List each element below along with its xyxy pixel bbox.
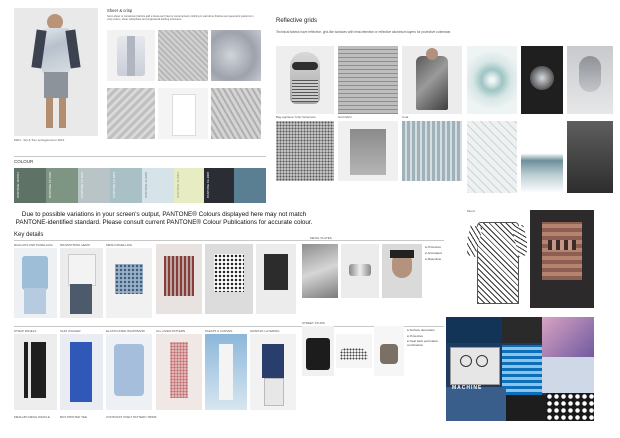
dark-visual [567,121,613,193]
metal-bullet-2-text: Articulated [427,251,442,255]
swatch-2: PANTONE 15-6310 [46,168,78,203]
slim-jogger-photo [60,334,103,410]
sheer-fabric-4 [211,88,261,139]
sheer-fabric-2 [211,30,261,81]
studs-bullet-3-text: Neat back perforation combination [407,339,439,347]
studs-shoe-photo [336,334,372,368]
jacket-collage-3 [256,244,296,314]
sheer-fabric-1 [158,30,208,81]
face-glitch-visual [567,46,613,114]
reflective-grid-fabric [338,46,398,114]
label-strap-panels: STRAP PANELS [14,329,37,333]
sheer-title: Sheer & crisp [107,8,133,13]
graphic-layering-photo [250,334,296,410]
swatch-8 [234,168,266,203]
metal-plate-2 [341,244,379,298]
strap-panels-photo [14,334,57,410]
swatch-7: PANTONE 19-4008 [204,168,234,203]
swatch-7-label: PANTONE 19-4008 [206,172,210,199]
label-metal-plates: METAL PLATES [310,236,332,240]
label-all-over: ALL-OVER PATTERN [156,329,186,333]
studs-bullet-1-text: Surface decoration [409,328,435,332]
pantone-disclaimer: Due to possible variations in your scree… [15,211,313,227]
water-visual [521,121,563,193]
runway-caption: MAN - Sip & Tom springsummer 2012 [14,138,65,142]
label-elasticated: ELASTICATED WAISTBAND [106,329,145,333]
reflective-shirt-photo [338,121,398,181]
label-contrast-inset: CONTRAST INSET PATTERN TRIMS [106,415,157,419]
swatch-6: PANTONE 11-0601 [174,168,204,203]
sheer-shirt-white [158,88,208,139]
reflective-dots-fabric [276,121,334,181]
geo-tile-visual [467,121,517,193]
metal-plate-portrait [382,244,422,298]
metal-plate-1 [302,244,338,298]
raglan-photo [14,248,57,318]
sheer-shirt-photo [107,30,155,81]
label-box-printed: BOX PRINTED TEE [60,415,87,419]
swatch-2-label: PANTONE 15-6310 [48,172,52,199]
swatch-5: PANTONE 11-0205 [142,168,174,203]
studs-bag-photo [302,326,334,376]
reflective-title: Reflective grids [276,18,318,24]
elasticated-photo [106,334,152,410]
pixel-face-visual [530,210,594,308]
mood-collage: MACHINE [446,317,594,421]
reflective-caption-1: Bag appliqué Yohji Yamamoto [276,115,316,119]
studs-bullet-3: ● Neat back perforation combination [407,339,439,347]
metal-bullet-1-text: Protective [427,245,441,249]
drawstring-photo [60,248,103,318]
mesh-photo [106,248,152,318]
reflective-description: Technical fabrics have reflective, grid-… [276,30,452,34]
label-raglans: RAGLANS AND PANELLING [14,243,53,247]
swirl-visual [467,46,517,114]
label-mesh-waffle: MESH-BY-MESH WAFFLE [14,415,50,419]
reflective-mask-photo [276,46,334,114]
swatch-6-label: PANTONE 11-0601 [176,172,180,198]
device-visual [521,46,563,114]
metal-bullet-3: ● Masculine [425,257,442,261]
all-over-photo [156,334,202,410]
label-street-studs: STREET STUDS [302,321,325,325]
label-pleats: PLEATS & CURVES [205,329,233,333]
label-drawstring: DRAWSTRING HEMS [60,243,90,247]
runway-photo-main [14,8,98,136]
label-mesh: MESH PANELLING [106,243,133,247]
reflective-caption-3: Coat [402,115,409,119]
colour-divider [14,156,266,157]
key-details-divider [14,240,444,241]
jacket-collage-2 [205,244,253,314]
label-graphic-layering: GRAPHIC LAYERING [250,329,280,333]
reflective-caption-2: Grid fabric [338,115,352,119]
patterned-shirt [467,218,527,310]
swatch-3-label: PANTONE 14-4102 [80,172,84,199]
studs-bullet-2-text: Protective [409,334,423,338]
metal-bullet-3-text: Masculine [427,257,442,261]
key-details-title: Key details [14,232,44,238]
reflective-coat-photo [402,46,462,114]
swatch-4: PANTONE 14-4203 [110,168,142,203]
mood-label: Mood [467,209,475,213]
sheer-fabric-3 [107,88,155,139]
swatch-3: PANTONE 14-4102 [78,168,110,203]
swatch-4-label: PANTONE 14-4203 [112,172,116,199]
studs-sandal-photo [374,326,404,376]
swatch-1-label: PANTONE 18-5611 [16,172,20,198]
pleats-photo [205,334,247,410]
reflective-pattern-fabric [402,121,462,181]
machine-watermark: MACHINE [452,385,483,391]
sheer-description: Semi-sheer or translucent fabrics add a … [107,15,254,22]
jacket-collage-1 [156,244,202,314]
label-slim-jogger: SLIM JOGGER [60,329,81,333]
colour-title: COLOUR [14,159,34,164]
swatch-5-label: PANTONE 11-0205 [144,172,148,198]
swatch-1: PANTONE 18-5611 [14,168,46,203]
